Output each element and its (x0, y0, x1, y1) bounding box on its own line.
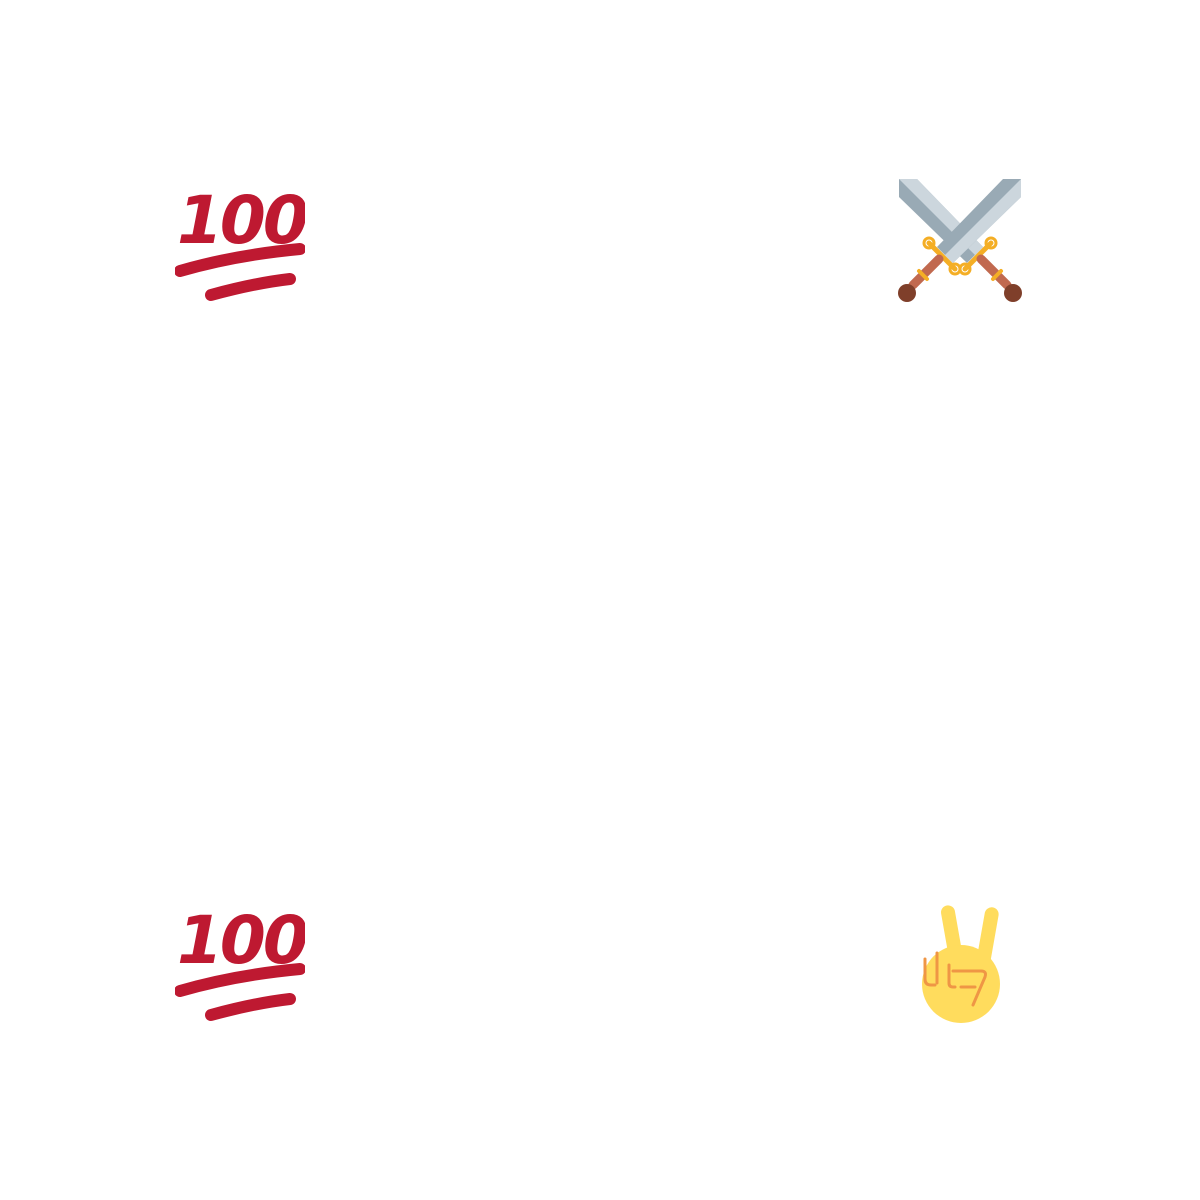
crossed-swords-icon (895, 175, 1025, 305)
victory-hand-icon (922, 905, 1000, 1023)
victory-hand-icon (895, 895, 1025, 1025)
hundred-points-icon: 100 (175, 902, 305, 1021)
hundred-points-icon: 100 (175, 182, 305, 301)
hundred-points-icon: 100 (175, 175, 305, 305)
hundred-points-icon: 100 (175, 895, 305, 1025)
crossed-swords-icon (898, 179, 1022, 302)
